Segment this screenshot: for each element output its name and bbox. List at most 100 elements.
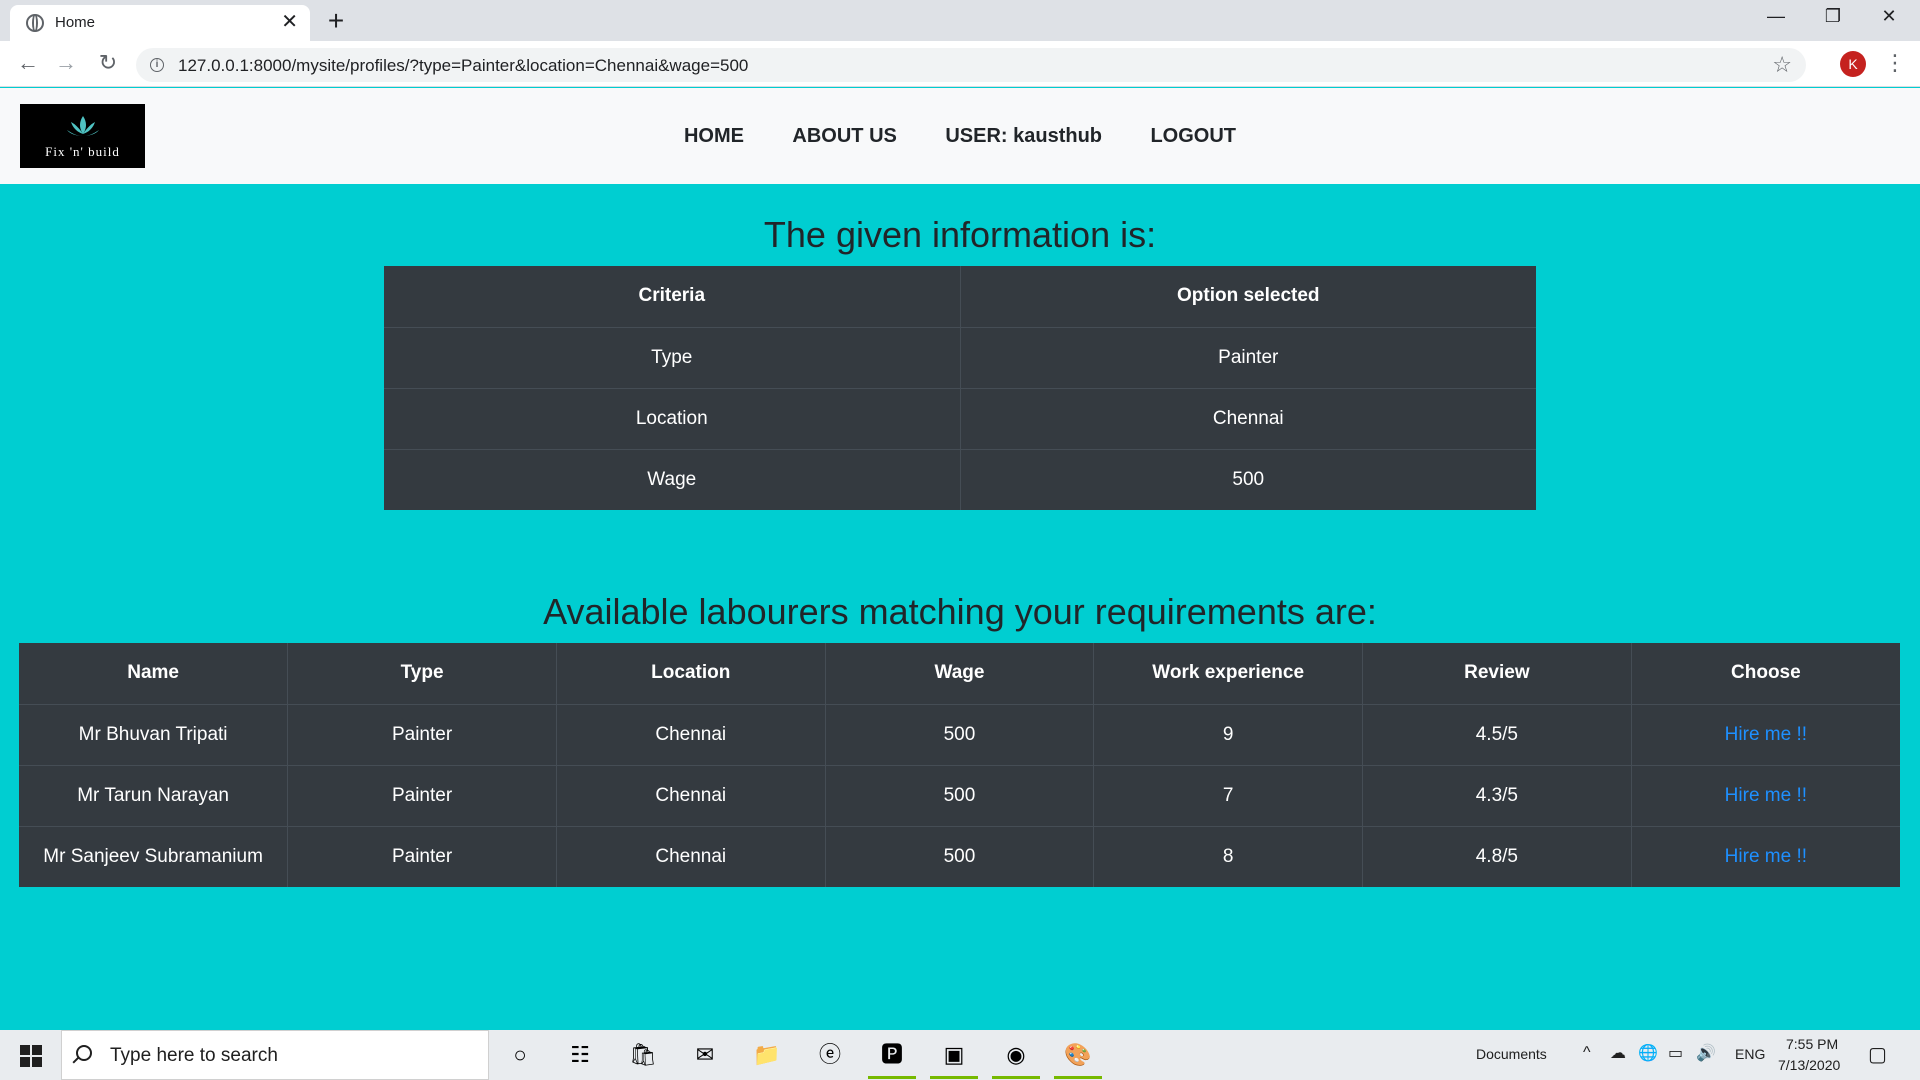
type-cell: Painter [287, 825, 557, 887]
browser-tab[interactable]: Home ✕ [10, 5, 310, 41]
review-cell: 4.3/5 [1362, 764, 1632, 826]
name-cell: Mr Sanjeev Subramanium [19, 825, 288, 887]
address-bar[interactable]: i 127.0.0.1:8000/mysite/profiles/?type=P… [136, 48, 1806, 82]
location-cell: Chennai [555, 764, 826, 826]
hire-me-link[interactable]: Hire me !! [1725, 724, 1807, 745]
info-icon[interactable]: i [150, 58, 164, 72]
new-tab-button[interactable]: + [320, 6, 352, 38]
experience-cell: 8 [1093, 825, 1363, 887]
wage-cell: 500 [824, 703, 1094, 765]
header-wage: Wage [824, 643, 1094, 704]
back-icon[interactable]: ← [14, 50, 42, 78]
experience-cell: 9 [1093, 703, 1363, 765]
pycharm-icon[interactable]: ▣ [939, 1040, 969, 1070]
running-indicator [1054, 1076, 1102, 1079]
running-indicator [868, 1076, 916, 1079]
table-row: Type Painter [384, 326, 1536, 388]
minimize-icon[interactable]: — [1753, 6, 1799, 27]
header-criteria: Criteria [638, 285, 706, 307]
option-cell: 500 [959, 448, 1536, 510]
choose-cell: Hire me !! [1630, 764, 1900, 826]
type-cell: Painter [287, 764, 557, 826]
type-cell: Painter [287, 703, 557, 765]
taskbar-search-box[interactable]: Type here to search [61, 1030, 489, 1080]
name-cell: Mr Bhuvan Tripati [19, 703, 288, 765]
header-work-experience: Work experience [1093, 643, 1363, 704]
given-info-heading: The given information is: [763, 214, 1157, 255]
table-row: Mr Tarun Narayan Painter Chennai 500 7 4… [19, 764, 1900, 826]
file-explorer-icon[interactable]: 📁 [752, 1040, 782, 1070]
powerpoint-icon[interactable]: 🅿 [877, 1040, 907, 1070]
restore-icon[interactable]: ❐ [1810, 6, 1856, 27]
table-row: Mr Bhuvan Tripati Painter Chennai 500 9 … [19, 703, 1900, 765]
labourers-heading: Available labourers matching your requir… [543, 591, 1377, 632]
given-info-table: Criteria Option selected Type Painter Lo… [384, 266, 1536, 510]
nav-logout[interactable]: LOGOUT [1150, 125, 1236, 148]
header-name: Name [127, 662, 179, 684]
windows-start-icon[interactable] [20, 1045, 42, 1067]
window-close-icon[interactable]: ✕ [1866, 6, 1912, 27]
hire-me-link[interactable]: Hire me !! [1725, 785, 1807, 806]
nav-about-us[interactable]: ABOUT US [792, 125, 896, 148]
bookmark-star-icon[interactable]: ☆ [1772, 52, 1792, 78]
criteria-cell: Type [384, 326, 960, 388]
battery-icon[interactable]: ▭ [1668, 1043, 1683, 1063]
nav-home[interactable]: HOME [684, 125, 744, 148]
forward-icon[interactable]: → [52, 50, 80, 78]
store-icon[interactable]: 🛍 [628, 1040, 658, 1070]
location-cell: Chennai [555, 703, 826, 765]
table-row: Wage 500 [384, 448, 1536, 510]
search-icon [76, 1045, 92, 1061]
paint-icon[interactable]: 🎨 [1063, 1040, 1093, 1070]
header-type: Type [287, 643, 557, 704]
name-cell: Mr Tarun Narayan [19, 764, 288, 826]
nav-user[interactable]: USER: kausthub [945, 125, 1102, 148]
header-choose: Choose [1630, 643, 1900, 704]
edge-icon[interactable]: ⓔ [815, 1040, 845, 1070]
url-text[interactable]: 127.0.0.1:8000/mysite/profiles/?type=Pai… [178, 56, 748, 76]
clock-time[interactable]: 7:55 PM [1786, 1036, 1838, 1052]
hire-me-link[interactable]: Hire me !! [1725, 846, 1807, 867]
show-hidden-icons-icon[interactable]: ^ [1583, 1044, 1591, 1062]
table-row: Location Chennai [384, 387, 1536, 449]
option-cell: Chennai [959, 387, 1536, 449]
documents-toolbar[interactable]: Documents [1476, 1046, 1547, 1062]
criteria-cell: Wage [384, 448, 960, 510]
cortana-icon[interactable]: ○ [505, 1040, 535, 1070]
close-tab-icon[interactable]: ✕ [281, 11, 298, 33]
menu-kebab-icon[interactable]: ⋮ [1884, 49, 1906, 77]
clock-date[interactable]: 7/13/2020 [1778, 1057, 1840, 1073]
profile-avatar[interactable]: K [1840, 51, 1866, 77]
volume-icon[interactable]: 🔊 [1696, 1043, 1716, 1063]
reload-icon[interactable]: ↻ [94, 50, 122, 78]
wage-cell: 500 [824, 764, 1094, 826]
tab-title: Home [55, 14, 96, 31]
browser-tabstrip: Home ✕ + — ❐ ✕ [0, 0, 1920, 41]
mail-icon[interactable]: ✉ [690, 1040, 720, 1070]
running-indicator [930, 1076, 978, 1079]
task-view-icon[interactable]: ☷ [565, 1040, 595, 1070]
table-header-row: Name Type Location Wage Work experience … [19, 643, 1900, 704]
windows-taskbar: Type here to search ○ ☷ 🛍 ✉ 📁 ⓔ 🅿 ▣ ◉ 🎨 … [0, 1030, 1920, 1080]
header-location: Location [555, 643, 826, 704]
table-row: Mr Sanjeev Subramanium Painter Chennai 5… [19, 825, 1900, 887]
onedrive-icon[interactable]: ☁ [1610, 1043, 1626, 1063]
nav-links: HOME ABOUT US USER: kausthub LOGOUT [0, 125, 1920, 148]
language-indicator[interactable]: ENG [1735, 1046, 1765, 1062]
criteria-cell: Location [384, 387, 960, 449]
labourers-table: Name Type Location Wage Work experience … [19, 643, 1900, 887]
chrome-icon[interactable]: ◉ [1001, 1040, 1031, 1070]
table-header-row: Criteria Option selected [384, 266, 1536, 327]
experience-cell: 7 [1093, 764, 1363, 826]
review-cell: 4.5/5 [1362, 703, 1632, 765]
network-icon[interactable]: 🌐 [1638, 1043, 1658, 1063]
option-cell: Painter [959, 326, 1536, 388]
search-placeholder: Type here to search [110, 1045, 278, 1066]
running-indicator [992, 1076, 1040, 1079]
wage-cell: 500 [824, 825, 1094, 887]
header-review: Review [1362, 643, 1632, 704]
choose-cell: Hire me !! [1630, 703, 1900, 765]
notifications-icon[interactable]: ▢ [1868, 1042, 1887, 1067]
location-cell: Chennai [555, 825, 826, 887]
review-cell: 4.8/5 [1362, 825, 1632, 887]
